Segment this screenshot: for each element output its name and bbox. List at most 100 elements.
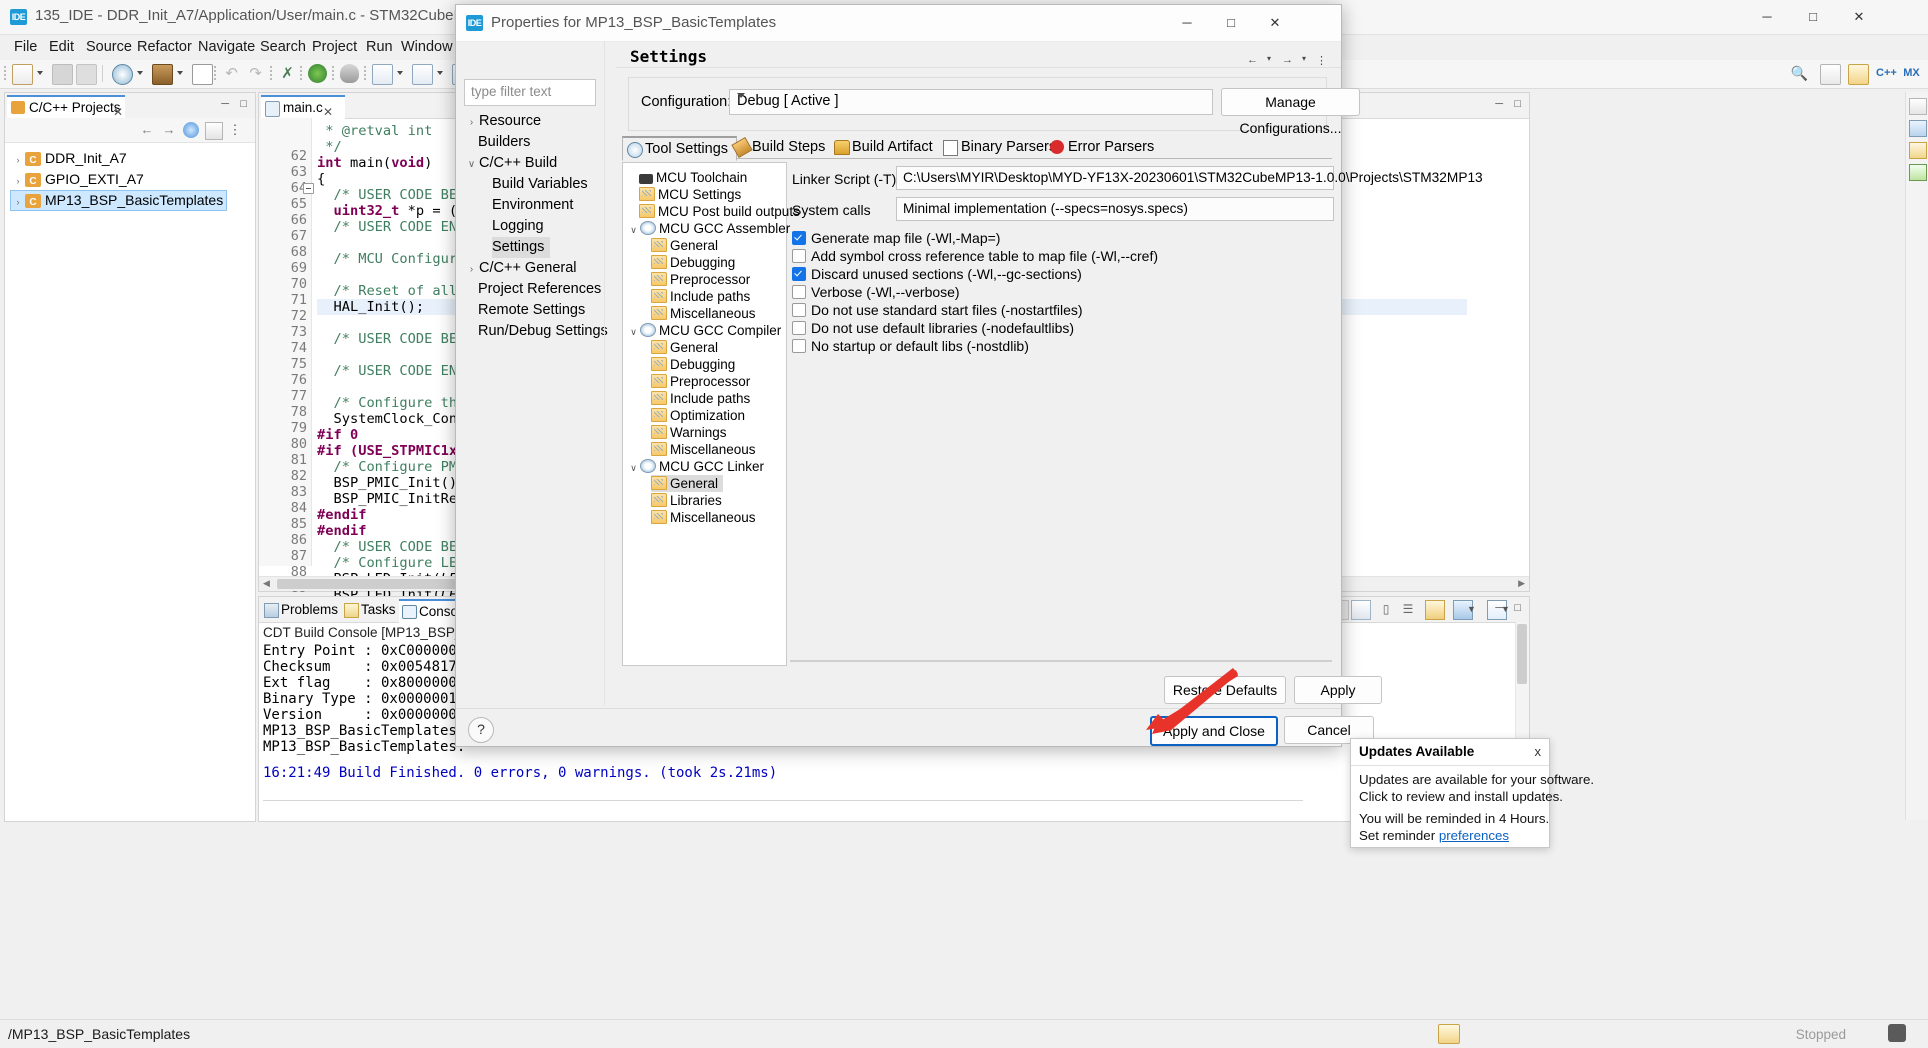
- dialog-minimize-button[interactable]: ─: [1165, 5, 1209, 41]
- open-perspective-icon[interactable]: [1848, 64, 1869, 85]
- code-line[interactable]: /* MCU Configurat: [317, 251, 474, 267]
- close-icon[interactable]: x: [1535, 744, 1542, 759]
- tool-tree-item-mcu-gcc-compiler[interactable]: ∨MCU GCC Compiler: [627, 322, 781, 339]
- tool-tree-item-preprocessor[interactable]: Preprocessor: [651, 373, 750, 390]
- save-icon[interactable]: [52, 64, 73, 85]
- menu-run[interactable]: Run: [360, 37, 399, 57]
- editor-maximize-icon[interactable]: □: [1514, 98, 1521, 110]
- tool-tree-item-mcu-gcc-linker[interactable]: ∨MCU GCC Linker: [627, 458, 764, 475]
- code-line[interactable]: /* USER CODE END: [317, 363, 465, 379]
- expand-arrow-icon[interactable]: ›: [11, 193, 25, 212]
- menu-file[interactable]: File: [8, 37, 43, 57]
- tool-tree-item-preprocessor[interactable]: Preprocessor: [651, 271, 750, 288]
- collapse-all-icon[interactable]: [205, 122, 223, 140]
- forward-caret-icon[interactable]: ▾: [1302, 54, 1306, 63]
- back-caret-icon[interactable]: ▾: [1267, 54, 1271, 63]
- expand-arrow-icon[interactable]: ∨: [627, 222, 640, 239]
- undo-icon[interactable]: ↶: [222, 64, 241, 83]
- checkbox-generate-map-file-wl-map[interactable]: Generate map file (-Wl,-Map=): [792, 229, 1000, 247]
- category-item-project-references[interactable]: Project References: [478, 279, 601, 300]
- tool-tree-item-optimization[interactable]: Optimization: [651, 407, 745, 424]
- code-line[interactable]: /* Configure PMIC: [317, 459, 474, 475]
- expand-arrow-icon[interactable]: ›: [464, 112, 479, 133]
- category-item-resource[interactable]: ›Resource: [464, 111, 541, 132]
- tool-tree-item-mcu-post-build-outputs[interactable]: MCU Post build outputs: [639, 203, 800, 220]
- menu-edit[interactable]: Edit: [43, 37, 80, 57]
- toolbar-grip[interactable]: [4, 66, 6, 82]
- build-targets-icon[interactable]: [1909, 142, 1927, 159]
- display-console-caret[interactable]: ▼: [1467, 600, 1485, 618]
- checkbox-icon[interactable]: [792, 267, 806, 281]
- properties-category-tree[interactable]: ›ResourceBuilders∨C/C++ BuildBuild Varia…: [464, 111, 603, 706]
- ide-minimize-button[interactable]: ─: [1744, 0, 1790, 34]
- code-line[interactable]: /* USER CODE BEGI: [317, 539, 474, 555]
- checkbox-icon[interactable]: [792, 339, 806, 353]
- dialog-maximize-button[interactable]: □: [1209, 5, 1253, 41]
- checkbox-icon[interactable]: [792, 249, 806, 263]
- expand-arrow-icon[interactable]: ›: [11, 172, 25, 191]
- checkbox-no-startup-or-default-libs-nostdlib[interactable]: No startup or default libs (-nostdlib): [792, 337, 1029, 355]
- filter-input[interactable]: type filter text: [464, 79, 596, 106]
- code-line[interactable]: #if (USE_STPMIC1x): [317, 443, 465, 459]
- configuration-select[interactable]: Debug [ Active ]: [729, 89, 1213, 115]
- skip-breakpoints-icon[interactable]: ✗: [278, 64, 297, 83]
- code-line[interactable]: uint32_t *p = (ui: [317, 203, 474, 219]
- tool-tree-item-general[interactable]: General: [651, 237, 718, 254]
- code-line[interactable]: #endif: [317, 507, 366, 523]
- new-cpp-project-caret[interactable]: [437, 71, 443, 75]
- tool-tree-item-mcu-gcc-assembler[interactable]: ∨MCU GCC Assembler: [627, 220, 790, 237]
- category-item-remote-settings[interactable]: Remote Settings: [478, 300, 585, 321]
- ide-close-button[interactable]: ✕: [1836, 0, 1882, 34]
- clear-console-icon[interactable]: ▯: [1377, 600, 1395, 618]
- checkbox-add-symbol-cross-reference-table-to-map-file-wl-cref[interactable]: Add symbol cross reference table to map …: [792, 247, 1158, 265]
- code-line[interactable]: SystemClock_Confi: [317, 411, 474, 427]
- code-line[interactable]: * @retval int: [317, 123, 432, 139]
- code-line[interactable]: int main(void): [317, 155, 432, 171]
- code-line[interactable]: /* Configure LED_: [317, 555, 474, 571]
- console-vscroll-thumb[interactable]: [1517, 624, 1527, 684]
- remove-launch-icon[interactable]: [1351, 600, 1371, 620]
- apply-and-close-button[interactable]: Apply and Close: [1150, 716, 1278, 746]
- console-minimize-icon[interactable]: ─: [1495, 602, 1503, 614]
- preferences-link[interactable]: preferences: [1439, 828, 1509, 843]
- tab-cpp-projects[interactable]: C/C++ Projects ✕: [7, 95, 125, 119]
- build-settings-icon[interactable]: [112, 64, 133, 85]
- outline-view-icon[interactable]: [1909, 120, 1927, 137]
- new-file-dropdown-caret[interactable]: [37, 71, 43, 75]
- category-item-environment[interactable]: Environment: [492, 195, 573, 216]
- search-icon[interactable]: 🔍: [1790, 64, 1809, 83]
- code-line[interactable]: /* Configure the: [317, 395, 465, 411]
- menu-window[interactable]: Window: [395, 37, 459, 57]
- tool-tree-item-mcu-toolchain[interactable]: MCU Toolchain: [639, 169, 747, 186]
- console-maximize-icon[interactable]: □: [1514, 602, 1521, 614]
- perspective-icon[interactable]: [1820, 64, 1841, 85]
- view-minimize-icon[interactable]: ─: [221, 98, 229, 110]
- expand-arrow-icon[interactable]: ∨: [627, 324, 640, 341]
- new-cpp-project-icon[interactable]: [412, 64, 433, 85]
- checkbox-icon[interactable]: [792, 231, 806, 245]
- code-line[interactable]: /* USER CODE BEGI: [317, 331, 474, 347]
- scroll-right-icon[interactable]: ▶: [1518, 578, 1525, 589]
- checkbox-icon[interactable]: [792, 321, 806, 335]
- checkbox-verbose-wl-verbose[interactable]: Verbose (-Wl,--verbose): [792, 283, 960, 301]
- tab-tasks[interactable]: Tasks: [341, 599, 402, 621]
- system-calls-select[interactable]: Minimal implementation (--specs=nosys.sp…: [896, 197, 1334, 221]
- back-icon[interactable]: ←: [1247, 54, 1258, 66]
- restore-view-icon[interactable]: [1909, 98, 1927, 115]
- scroll-left-icon[interactable]: ◀: [263, 578, 270, 589]
- menu-source[interactable]: Source: [80, 37, 138, 57]
- fold-toggle-icon[interactable]: [303, 183, 314, 194]
- restore-defaults-button[interactable]: Restore Defaults: [1164, 676, 1286, 704]
- category-item-run-debug-settings[interactable]: Run/Debug Settings: [478, 321, 608, 342]
- build-settings-caret[interactable]: [137, 71, 143, 75]
- project-item-ddr-init-a7[interactable]: ›DDR_Init_A7: [11, 149, 127, 168]
- tab-main-c[interactable]: main.c ✕: [261, 95, 345, 119]
- help-button[interactable]: ?: [468, 717, 494, 743]
- view-menu-icon[interactable]: ⋮: [227, 122, 243, 138]
- category-item-c-c-build[interactable]: ∨C/C++ Build: [464, 153, 557, 174]
- code-line[interactable]: #endif: [317, 523, 366, 539]
- pin-console-icon[interactable]: [1425, 600, 1445, 620]
- code-line[interactable]: BSP_PMIC_InitRegu: [317, 491, 474, 507]
- menu-search[interactable]: Search: [254, 37, 312, 57]
- code-line[interactable]: {: [317, 171, 325, 187]
